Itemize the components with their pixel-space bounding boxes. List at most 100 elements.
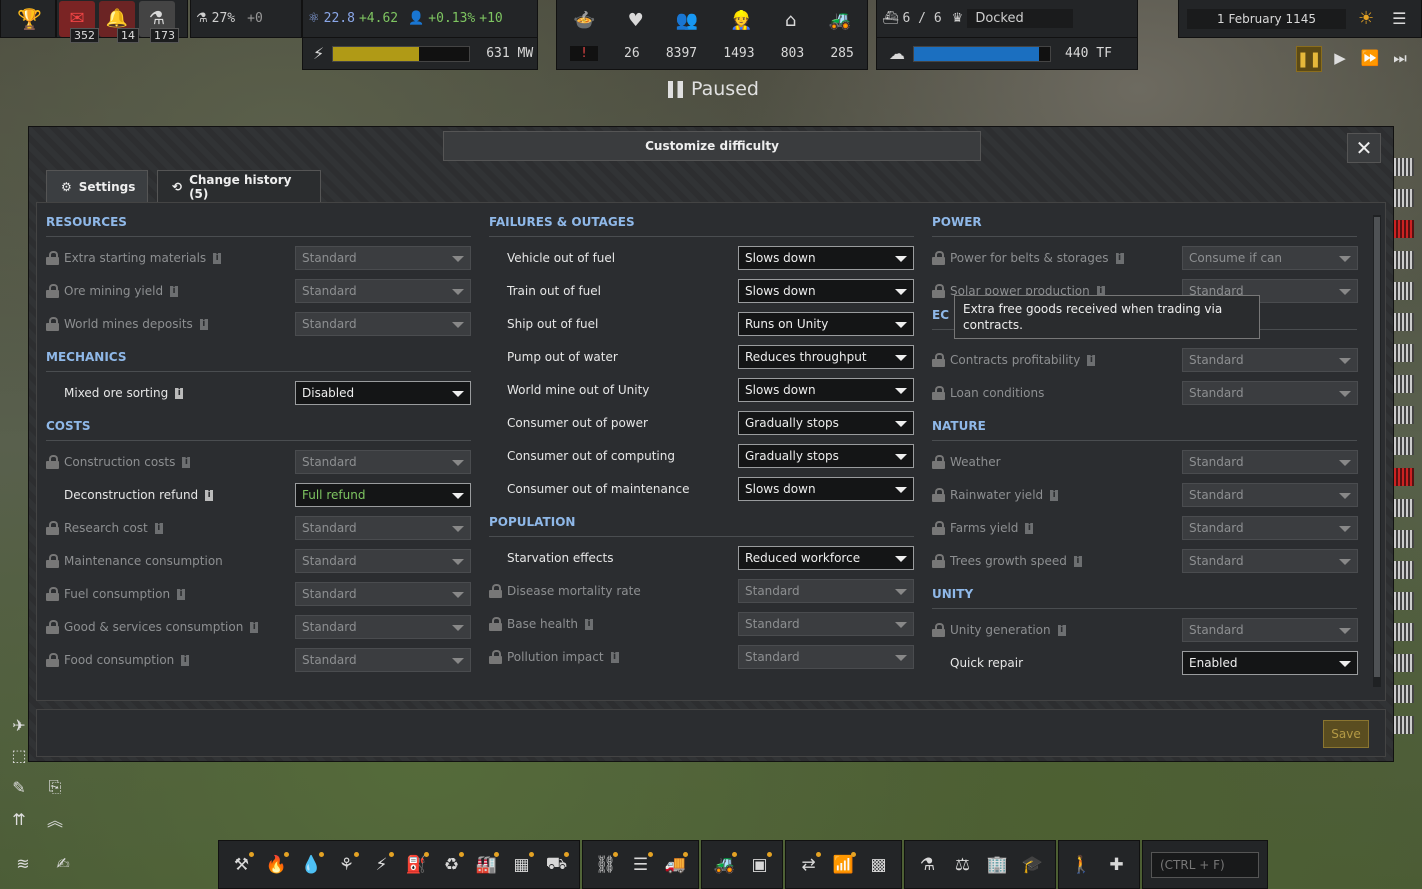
info-icon[interactable]: i — [1025, 522, 1034, 534]
population-icon[interactable]: 👥 — [676, 10, 698, 31]
edge-indicator[interactable] — [1394, 561, 1414, 579]
setting-dropdown[interactable]: Slows down — [738, 279, 914, 303]
info-icon[interactable]: i — [250, 621, 259, 633]
alerts-button[interactable]: 🔔 14 — [99, 0, 139, 43]
belt-icon[interactable]: ☰ — [626, 850, 655, 879]
bandage-icon[interactable]: ✚ — [1102, 850, 1131, 879]
fastest-button[interactable]: ⏭ — [1388, 46, 1412, 70]
recycle-icon[interactable]: ♻ — [437, 850, 466, 879]
water-drop-icon[interactable]: 💧 — [297, 850, 326, 879]
select-area-icon[interactable]: ⬚ — [6, 742, 32, 768]
save-button[interactable]: Save — [1323, 720, 1369, 748]
vehicle-depot-icon[interactable]: 🚜 — [710, 850, 739, 879]
menu-icon[interactable]: ☰ — [1392, 9, 1406, 28]
power-icon[interactable]: ⚡ — [367, 850, 396, 879]
info-icon[interactable]: i — [199, 318, 208, 330]
edge-indicator[interactable] — [1394, 685, 1414, 703]
person-icon[interactable]: 🚶 — [1067, 850, 1096, 879]
eyedropper-icon[interactable]: ✎ — [6, 774, 32, 800]
edge-indicator[interactable] — [1394, 251, 1414, 269]
edge-indicator[interactable] — [1394, 592, 1414, 610]
edge-indicator[interactable] — [1394, 654, 1414, 672]
research-button[interactable]: ⚗ 173 — [139, 0, 179, 43]
food-icon[interactable]: 🍲 — [573, 10, 595, 31]
edge-indicator[interactable] — [1394, 158, 1414, 176]
edge-indicator[interactable] — [1394, 189, 1414, 207]
info-icon[interactable]: i — [181, 654, 190, 666]
edge-indicator[interactable] — [1394, 716, 1414, 734]
edge-indicator[interactable] — [1394, 623, 1414, 641]
layers-icon[interactable]: ≋ — [10, 850, 36, 876]
power-group[interactable]: ⚡ 631 MW — [302, 38, 538, 70]
vehicles-icon[interactable]: 🚜 — [828, 10, 850, 31]
setting-dropdown[interactable]: Reduced workforce — [738, 546, 914, 570]
setting-dropdown[interactable]: Full refund — [295, 483, 471, 507]
chevrons-up-icon[interactable]: ︽ — [42, 806, 68, 832]
plant-icon[interactable]: ⚘ — [332, 850, 361, 879]
edge-indicator[interactable] — [1394, 220, 1414, 238]
info-icon[interactable]: i — [213, 252, 222, 264]
info-icon[interactable]: i — [1115, 252, 1124, 264]
crane-icon[interactable]: ⛟ — [542, 850, 571, 879]
play-button[interactable]: ▶ — [1328, 46, 1352, 70]
graduation-icon[interactable]: 🎓 — [1018, 850, 1047, 879]
computing-group[interactable]: ☁ 440 TF — [876, 38, 1138, 70]
machine-icon[interactable]: ⚒ — [227, 850, 256, 879]
upgrade-icon[interactable]: ⇈ — [6, 806, 32, 832]
transfer-icon[interactable]: ⇄ — [794, 850, 823, 879]
pin-icon[interactable]: ✈ — [6, 712, 32, 738]
setting-dropdown[interactable]: Slows down — [738, 246, 914, 270]
fast-forward-button[interactable]: ⏩ — [1358, 46, 1382, 70]
edge-indicator[interactable] — [1394, 282, 1414, 300]
research-progress-group[interactable]: ⚗ 27% +0 — [190, 0, 302, 38]
info-icon[interactable]: i — [182, 456, 191, 468]
setting-dropdown[interactable]: Reduces throughput — [738, 345, 914, 369]
trophy-icon[interactable]: 🏆 — [1, 0, 47, 37]
edge-indicator[interactable] — [1394, 468, 1414, 486]
grid-icon[interactable]: ▩ — [864, 850, 893, 879]
setting-dropdown[interactable]: Gradually stops — [738, 411, 914, 435]
edge-indicator[interactable] — [1394, 313, 1414, 331]
info-icon[interactable]: i — [1057, 624, 1066, 636]
health-icon[interactable]: ♥ — [628, 10, 644, 31]
ships-group[interactable]: ⛴ 6 / 6 ♛ Docked — [876, 0, 1138, 38]
flask-icon[interactable]: ⚗ — [913, 850, 942, 879]
info-icon[interactable]: i — [205, 489, 214, 501]
info-icon[interactable]: i — [610, 651, 619, 663]
factory-icon[interactable]: 🏭 — [472, 850, 501, 879]
tab-change-history[interactable]: ⟲ Change history (5) — [157, 170, 321, 202]
tab-settings[interactable]: ⚙ Settings — [46, 170, 148, 202]
unity-group[interactable]: ⚛ 22.8 +4.62 👤 +0.13% +10 — [302, 0, 538, 38]
edge-indicator[interactable] — [1394, 344, 1414, 362]
setting-dropdown[interactable]: Slows down — [738, 477, 914, 501]
setting-dropdown[interactable]: Gradually stops — [738, 444, 914, 468]
info-icon[interactable]: i — [170, 285, 179, 297]
setting-dropdown[interactable]: Slows down — [738, 378, 914, 402]
search-input[interactable]: (CTRL + F) — [1151, 851, 1259, 878]
terminal-icon[interactable]: ▣ — [745, 850, 774, 879]
setting-dropdown[interactable]: Disabled — [295, 381, 471, 405]
pause-button[interactable]: ❚❚ — [1296, 46, 1322, 72]
info-icon[interactable]: i — [585, 618, 594, 630]
info-icon[interactable]: i — [1087, 354, 1096, 366]
conveyor-icon[interactable]: ⛓ — [591, 850, 620, 879]
signal-icon[interactable]: 📶 — [829, 850, 858, 879]
info-icon[interactable]: i — [154, 522, 163, 534]
edge-indicator[interactable] — [1394, 406, 1414, 424]
setting-dropdown[interactable]: Enabled — [1182, 651, 1358, 675]
setting-dropdown[interactable]: Runs on Unity — [738, 312, 914, 336]
info-icon[interactable]: i — [1073, 555, 1082, 567]
edge-indicator[interactable] — [1394, 375, 1414, 393]
building-icon[interactable]: 🏢 — [983, 850, 1012, 879]
close-button[interactable]: ✕ — [1347, 133, 1381, 163]
scrollbar-thumb[interactable] — [1374, 217, 1380, 677]
storage-icon[interactable]: ▦ — [507, 850, 536, 879]
info-icon[interactable]: i — [177, 588, 186, 600]
housing-icon[interactable]: ⌂ — [785, 10, 796, 31]
info-icon[interactable]: i — [1050, 489, 1059, 501]
edit-icon[interactable]: ✍ — [50, 850, 76, 876]
edge-indicator[interactable] — [1394, 499, 1414, 517]
info-icon[interactable]: i — [175, 387, 184, 399]
edge-indicator[interactable] — [1394, 530, 1414, 548]
copy-icon[interactable]: ⎘ — [42, 774, 68, 800]
